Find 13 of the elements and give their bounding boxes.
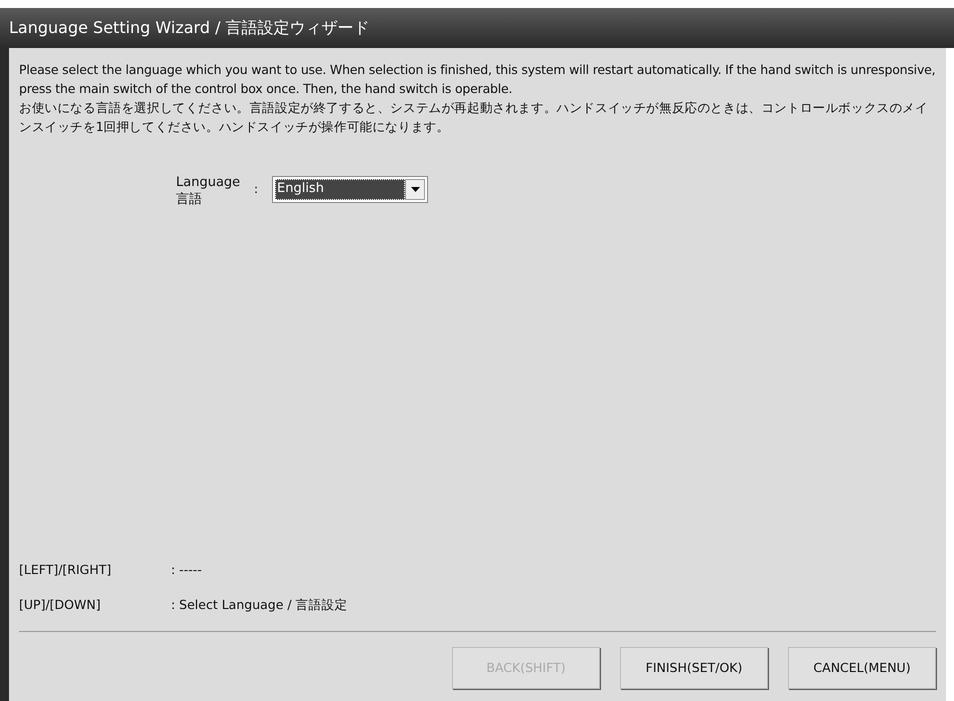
instruction-text: お使いになる言語を選択してください。言語設定が終了すると、システムが再起動されます。ハンドスイッチが無反応のときは、コントロールボックスのメインスイッチを1回押してください。ハンドスイッチが操作可能になります。 <box>19 99 929 136</box>
wizard-button[interactable]: CANCEL(MENU) <box>788 647 936 689</box>
window-title: Language Setting Wizard / 言語設定ウィザード <box>9 17 370 39</box>
key-label: [LEFT]/[RIGHT] <box>19 560 112 578</box>
instruction-text: Please select the language which you want to use. When selection is finished, this system will restart automatically. If the hand switch is unresponsive, press the main switch of the control box once. Then, the hand switch is operable. <box>19 61 936 98</box>
separator: : <box>254 181 260 198</box>
language-label: 言語 <box>176 191 203 208</box>
key-label: [UP]/[DOWN] <box>19 596 102 614</box>
language-label: Language <box>176 174 242 191</box>
language-dropdown[interactable]: English <box>272 176 428 203</box>
key-action: : ----- <box>171 560 202 578</box>
wizard-button[interactable]: FINISH(SET/OK) <box>620 647 768 689</box>
key-action: : Select Language / 言語設定 <box>171 596 348 614</box>
